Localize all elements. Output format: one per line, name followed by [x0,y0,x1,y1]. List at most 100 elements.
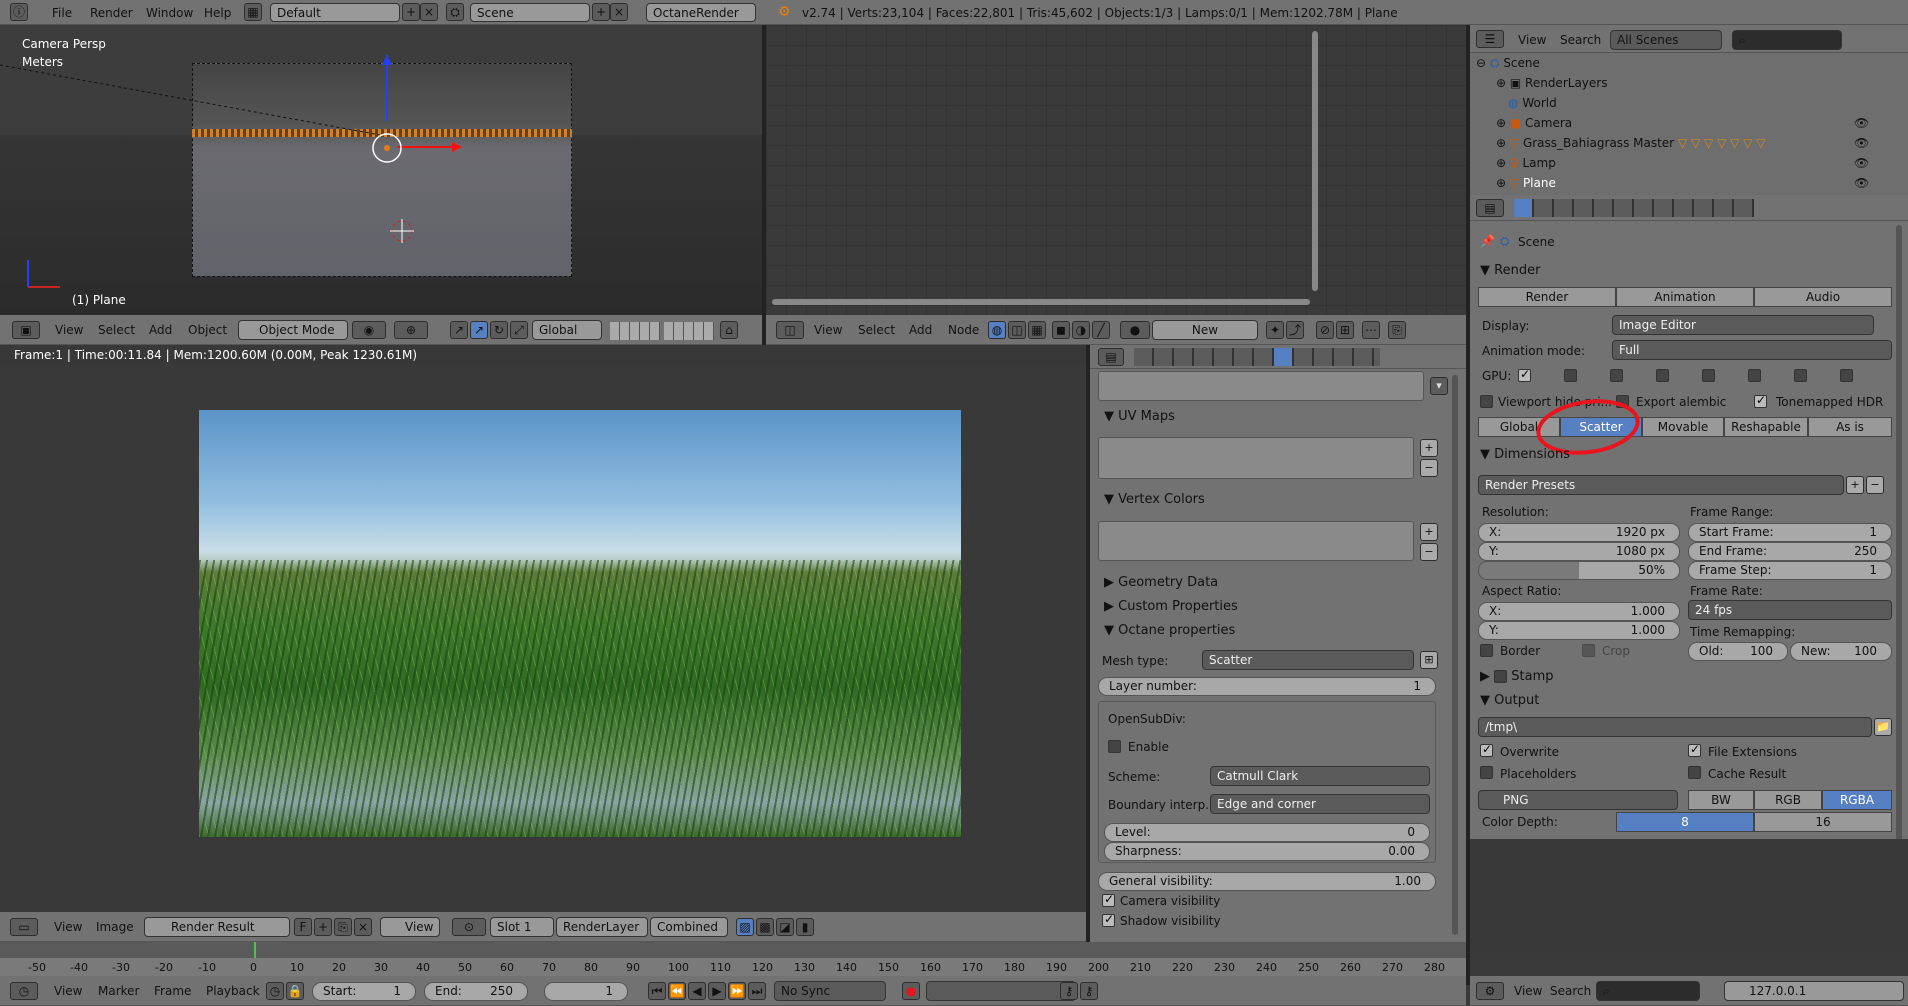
footer-search-menu[interactable]: Search [1550,984,1591,998]
uv-add-icon[interactable]: + [1420,439,1438,457]
pin-icon[interactable]: ✦ [1266,321,1284,339]
world-nodes-icon[interactable]: ◑ [1072,321,1090,339]
custom-props-header[interactable]: ▶ Custom Properties [1104,599,1466,614]
record-icon[interactable]: ● [902,982,920,1000]
outliner-search-field[interactable]: ⌕ [1732,30,1842,50]
layer-number-field[interactable]: Layer number: 1 [1098,677,1436,696]
file-format-dropdown[interactable]: PNG [1478,790,1678,810]
snap-icon[interactable]: ⊞ [1336,321,1354,339]
outliner-search-menu[interactable]: Search [1560,33,1601,47]
camera-visibility-checkbox[interactable] [1102,892,1115,907]
parent-icon[interactable]: ⤴ [1286,321,1304,339]
info-editor-icon[interactable]: ⓘ [10,3,28,21]
frame-rate-dropdown[interactable]: 24 fps [1688,600,1892,620]
res-y-field[interactable]: Y: 1080 px [1478,542,1680,561]
editor-type-icon[interactable]: ▣ [12,321,40,339]
aspect-x-field[interactable]: X: 1.000 [1478,602,1680,621]
ip-address-field[interactable]: 127.0.0.1 [1724,981,1904,1001]
timeline-view-menu[interactable]: View [54,984,82,998]
pin-icon-2[interactable]: 📌 [1480,234,1495,248]
vertex-groups-list[interactable] [1098,371,1424,401]
border-checkbox[interactable] [1480,644,1493,657]
outliner-item-plane[interactable]: ⊕ ▽ Plane [1496,176,1556,190]
select-menu[interactable]: Select [98,323,135,337]
visibility-eye-icon-2[interactable]: 👁 [1854,136,1869,150]
pivot-point-icon[interactable]: ⊙ [452,918,486,936]
animation-button[interactable]: Animation [1616,287,1754,307]
cache-result-checkbox[interactable] [1688,766,1701,779]
output-header[interactable]: ▼ Output [1480,693,1908,708]
timeline-frame-menu[interactable]: Frame [154,984,191,998]
outliner-item-camera[interactable]: ⊕ ■ Camera [1496,116,1572,130]
mode-dropdown[interactable]: Object Mode [238,320,348,340]
gpu-checkbox-8[interactable] [1840,369,1853,382]
node-editor-type-icon[interactable]: ◫ [776,321,804,339]
tab-reshapable[interactable]: Reshapable [1724,417,1808,437]
render-button[interactable]: Render [1478,287,1616,307]
render-props-type-icon[interactable]: ▤ [1476,199,1504,217]
visibility-eye-icon-3[interactable]: 👁 [1854,156,1869,170]
image-view-menu[interactable]: View [54,920,82,934]
view-mode-dropdown[interactable]: View [380,917,440,937]
backdrop-icon[interactable]: ⊘ [1316,321,1334,339]
geometry-data-header[interactable]: ▶ Geometry Data [1104,575,1466,590]
z-buffer-icon[interactable]: ◪ [776,918,794,936]
menu-render[interactable]: Render [90,6,133,20]
render-section-header[interactable]: ▼ Render [1480,263,1908,278]
overwrite-checkbox[interactable] [1480,742,1493,757]
unlink-image-icon[interactable]: × [354,918,372,936]
delete-keyframe-icon[interactable]: ⚷ [1080,982,1098,1000]
texture-nodes-icon[interactable]: ◫ [1008,321,1026,339]
bw-button[interactable]: BW [1688,790,1754,810]
outliner-type-icon[interactable]: ☰ [1476,30,1504,48]
next-keyframe-icon[interactable]: ⏩ [728,982,746,1000]
draw-channels-icon[interactable]: ▨ [736,918,754,936]
layer-buttons-2[interactable] [664,322,714,340]
placeholders-checkbox[interactable] [1480,766,1493,779]
remove-scene-icon[interactable]: × [610,3,628,21]
gpu-checkbox-4[interactable] [1656,369,1669,382]
snap-element-icon[interactable]: ⋯ [1362,321,1380,339]
file-ext-checkbox[interactable] [1688,742,1701,757]
image-editor-type-icon[interactable]: ▭ [10,918,38,936]
boundary-dropdown[interactable]: Edge and corner [1210,794,1430,814]
uv-maps-list[interactable] [1098,437,1414,479]
mesh-data-tab-icon[interactable] [1274,348,1292,366]
depth-16-button[interactable]: 16 [1754,812,1892,832]
mesh-type-dropdown[interactable]: Scatter [1202,650,1414,670]
render-slot-icon[interactable]: ▮ [796,918,814,936]
output-path-field[interactable]: /tmp\ [1478,717,1872,737]
line-style-icon[interactable]: ╱ [1092,321,1110,339]
add-scene-icon[interactable]: + [592,3,610,21]
node-add-menu[interactable]: Add [909,323,932,337]
presets-add-icon[interactable]: + [1846,476,1864,494]
node-scrollbar-v[interactable] [1312,31,1318,291]
fake-user-icon[interactable]: F [294,918,312,936]
stamp-checkbox[interactable] [1494,670,1508,683]
render-presets-dropdown[interactable]: Render Presets [1478,475,1844,495]
vc-add-icon[interactable]: + [1420,523,1438,541]
current-frame-field[interactable]: 1 [544,982,628,1001]
tonemapped-checkbox[interactable] [1754,393,1767,408]
node-view-menu[interactable]: View [814,323,842,337]
start-frame-field[interactable]: Start Frame: 1 [1688,523,1892,542]
viewport-3d[interactable]: Camera Persp Meters (1) Plane [0,25,762,315]
rgba-button[interactable]: RGBA [1822,790,1892,810]
manipulator-icon[interactable]: ↗ [450,321,468,339]
menu-file[interactable]: File [52,6,72,20]
outliner-item-scene[interactable]: ⊖ ⛭ Scene [1476,56,1540,71]
enable-checkbox[interactable] [1108,740,1121,753]
play-icon[interactable]: ▶ [708,982,726,1000]
prev-keyframe-icon[interactable]: ⏪ [668,982,686,1000]
uv-remove-icon[interactable]: − [1420,459,1438,477]
timeline-marker-menu[interactable]: Marker [98,984,139,998]
vertex-colors-list[interactable] [1098,521,1414,561]
play-reverse-icon[interactable]: ◀ [688,982,706,1000]
outliner-item-renderlayers[interactable]: ⊕ ▣ RenderLayers [1496,76,1607,90]
mesh-props-scrollbar[interactable] [1452,375,1458,935]
image-menu[interactable]: Image [96,920,134,934]
props-tabs[interactable] [1134,348,1380,366]
end-frame-field[interactable]: End Frame: 250 [1688,542,1892,561]
timeline-ruler[interactable]: -50 -40 -30 -20 -10 0 10 20 30 40 50 60 … [0,942,1466,976]
outliner-item-lamp[interactable]: ⊕ ♀ Lamp [1496,156,1556,170]
